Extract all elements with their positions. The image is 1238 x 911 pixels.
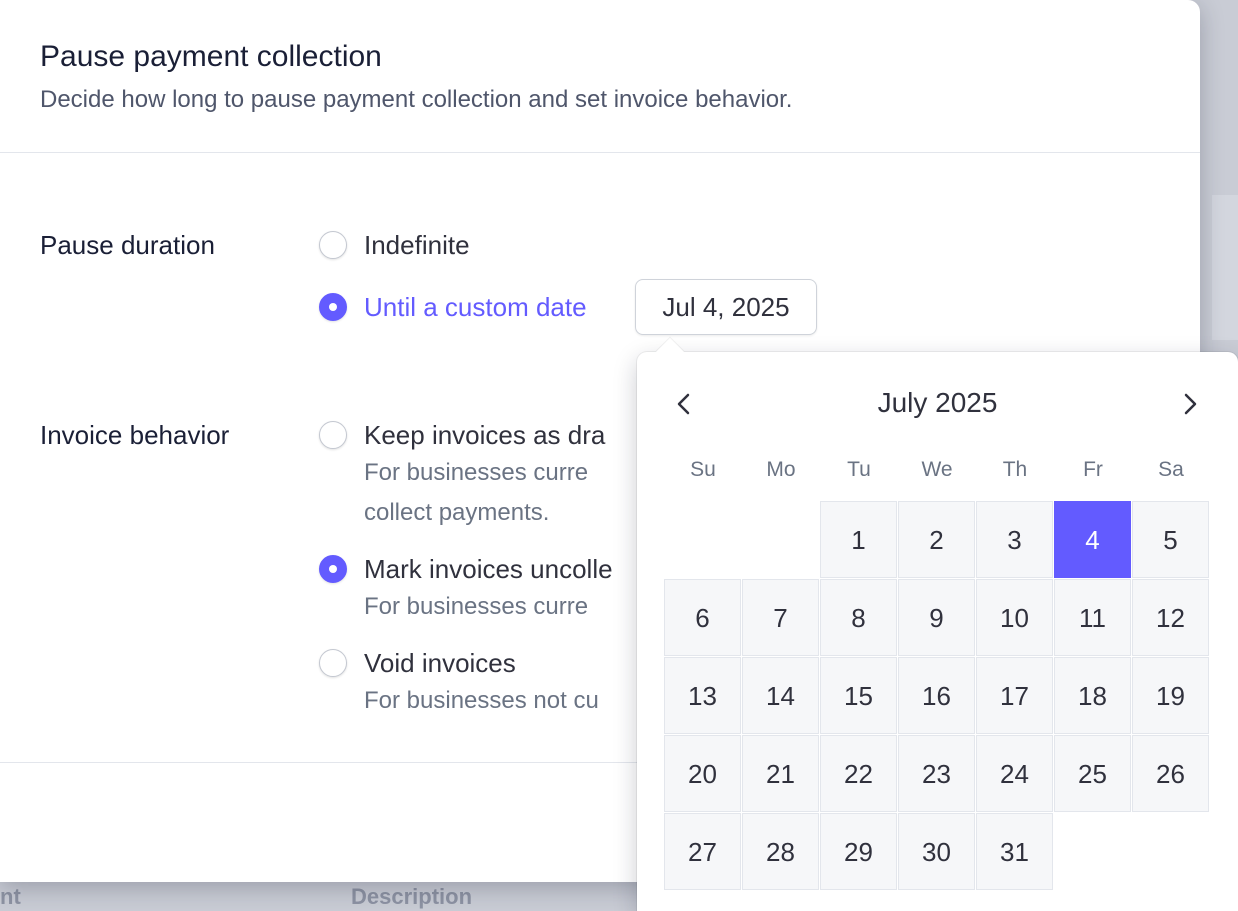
modal-title: Pause payment collection (40, 40, 382, 73)
calendar-day[interactable]: 15 (820, 657, 897, 734)
calendar-day[interactable]: 30 (898, 813, 975, 890)
calendar-month-label: July 2025 (877, 387, 998, 418)
calendar-day[interactable]: 2 (898, 501, 975, 578)
calendar-day[interactable]: 13 (664, 657, 741, 734)
calendar-day[interactable]: 26 (1132, 735, 1209, 812)
custom-date-radio[interactable] (319, 293, 347, 321)
calendar-day[interactable]: 29 (820, 813, 897, 890)
calendar-day[interactable]: 5 (1132, 501, 1209, 578)
mark-uncollectible-description: For businesses curre (364, 593, 589, 620)
background-column-header: Description (351, 884, 473, 909)
calendar-day[interactable]: 22 (820, 735, 897, 812)
calendar-day[interactable]: 28 (742, 813, 819, 890)
calendar-day[interactable]: 14 (742, 657, 819, 734)
next-month-button[interactable] (1174, 388, 1206, 420)
calendar-day[interactable]: 18 (1054, 657, 1131, 734)
calendar-day[interactable]: 23 (898, 735, 975, 812)
pause-duration-label: Pause duration (40, 230, 215, 260)
void-invoices-option-label[interactable]: Void invoices (364, 648, 516, 679)
indefinite-option-label[interactable]: Indefinite (364, 230, 470, 261)
indefinite-radio[interactable] (319, 231, 347, 259)
calendar-day[interactable]: 17 (976, 657, 1053, 734)
mark-uncollectible-radio[interactable] (319, 555, 347, 583)
calendar-day[interactable]: 7 (742, 579, 819, 656)
keep-drafts-option-label[interactable]: Keep invoices as dra (364, 420, 605, 451)
calendar-day[interactable]: 11 (1054, 579, 1131, 656)
date-picker-button[interactable]: Jul 4, 2025 (635, 279, 817, 335)
background-column-header: nt (0, 884, 21, 909)
calendar-day[interactable]: 31 (976, 813, 1053, 890)
chevron-right-icon (1184, 393, 1197, 415)
weekday-label: Mo (766, 458, 796, 481)
calendar-day[interactable]: 3 (976, 501, 1053, 578)
calendar-day[interactable]: 25 (1054, 735, 1131, 812)
calendar-day-selected[interactable]: 4 (1054, 501, 1131, 578)
calendar-day[interactable]: 12 (1132, 579, 1209, 656)
keep-drafts-description: For businesses curre (364, 459, 589, 486)
calendar-day[interactable]: 16 (898, 657, 975, 734)
weekday-label: Su (690, 458, 716, 481)
weekday-label: Fr (1083, 458, 1103, 481)
calendar-day[interactable]: 10 (976, 579, 1053, 656)
weekday-label: Sa (1158, 458, 1184, 481)
calendar-day[interactable]: 27 (664, 813, 741, 890)
calendar-day[interactable]: 24 (976, 735, 1053, 812)
modal-header: Pause payment collection Decide how long… (0, 0, 1200, 153)
modal-subtitle: Decide how long to pause payment collect… (40, 86, 793, 113)
void-invoices-radio[interactable] (319, 649, 347, 677)
void-invoices-description: For businesses not cu (364, 687, 599, 714)
keep-drafts-radio[interactable] (319, 421, 347, 449)
weekday-label: Th (1002, 458, 1028, 481)
calendar-day[interactable]: 6 (664, 579, 741, 656)
calendar-day[interactable]: 9 (898, 579, 975, 656)
weekday-label: Tu (847, 458, 871, 481)
background-panel (1212, 195, 1238, 340)
calendar-day[interactable]: 20 (664, 735, 741, 812)
custom-date-option-label[interactable]: Until a custom date (364, 292, 587, 323)
calendar-day[interactable]: 8 (820, 579, 897, 656)
calendar-day[interactable]: 21 (742, 735, 819, 812)
invoice-behavior-label: Invoice behavior (40, 420, 230, 450)
calendar-day[interactable]: 19 (1132, 657, 1209, 734)
weekday-label: We (921, 458, 953, 481)
mark-uncollectible-option-label[interactable]: Mark invoices uncolle (364, 554, 613, 585)
calendar-day[interactable]: 1 (820, 501, 897, 578)
keep-drafts-description: collect payments. (364, 499, 550, 526)
